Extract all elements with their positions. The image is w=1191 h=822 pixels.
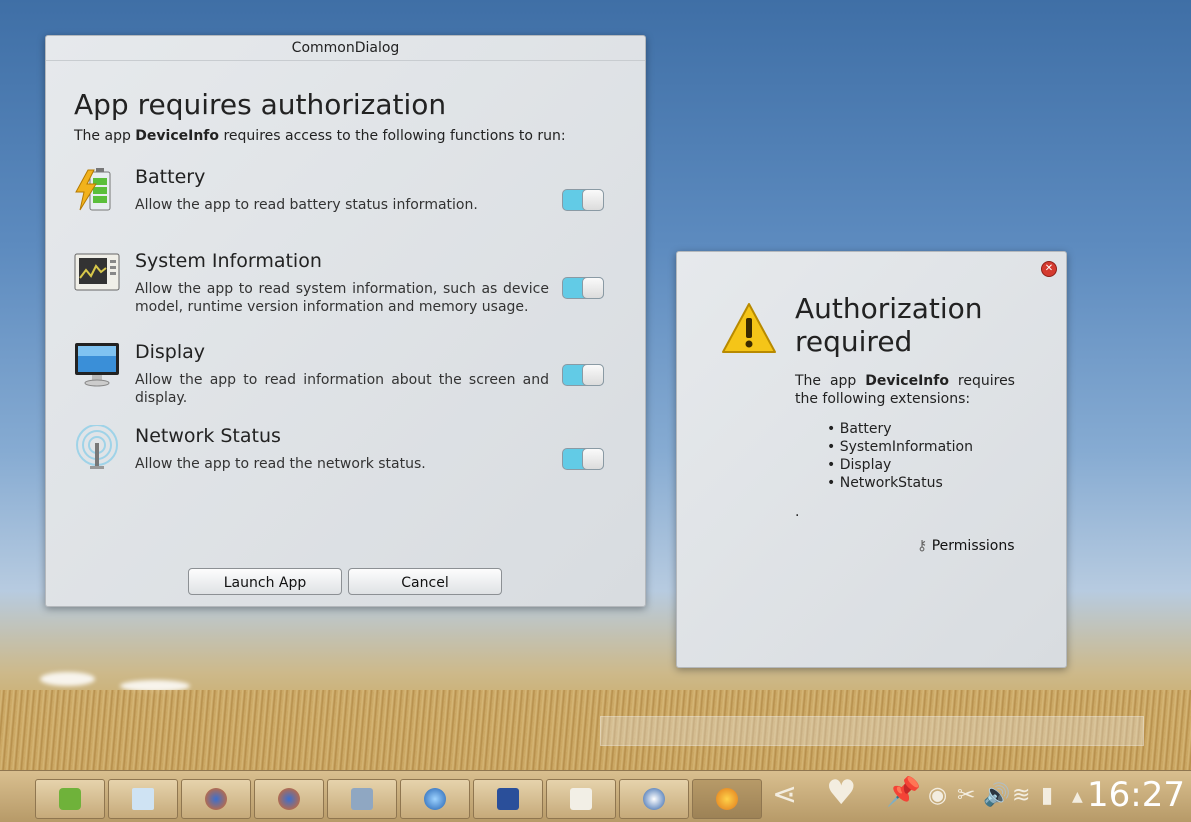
- task-button[interactable]: [546, 779, 616, 819]
- auth-text: The app DeviceInfo requires the followin…: [795, 373, 1015, 407]
- list-item: Display: [827, 456, 973, 474]
- firefox-icon: [205, 788, 227, 810]
- wifi-icon[interactable]: ≋: [1012, 783, 1030, 808]
- window-title: CommonDialog: [46, 36, 645, 61]
- battery-icon: [75, 168, 111, 211]
- expand-tray-icon[interactable]: ▲: [1072, 789, 1083, 805]
- permission-description: Allow the app to read system information…: [135, 281, 549, 315]
- browser-icon: [424, 788, 446, 810]
- display-icon: [75, 343, 119, 387]
- permission-description: Allow the app to read the network status…: [135, 456, 426, 472]
- warning-icon: [722, 303, 776, 353]
- firefox-icon: [278, 788, 300, 810]
- permission-description: Allow the app to read information about …: [135, 372, 549, 406]
- permissions-link[interactable]: ⚷ Permissions: [917, 538, 1015, 554]
- task-button[interactable]: [254, 779, 324, 819]
- auth-title: Authorization required: [795, 292, 983, 358]
- home-icon: [570, 788, 592, 810]
- common-dialog: CommonDialog App requires authorization …: [45, 35, 646, 607]
- system-information-toggle[interactable]: [562, 277, 604, 299]
- clock[interactable]: 16:27: [1087, 775, 1185, 815]
- task-button[interactable]: [181, 779, 251, 819]
- fennec-icon: [716, 788, 738, 810]
- key-icon: ⚷: [917, 538, 928, 554]
- toggle-knob: [582, 448, 604, 470]
- permission-title: Network Status: [135, 425, 281, 447]
- task-button[interactable]: [400, 779, 470, 819]
- task-button[interactable]: [327, 779, 397, 819]
- list-item: SystemInformation: [827, 438, 973, 456]
- bold-app-icon: [497, 788, 519, 810]
- close-icon[interactable]: ✕: [1041, 261, 1057, 277]
- permission-title: Display: [135, 341, 206, 363]
- share-icon[interactable]: ⋖: [772, 777, 797, 812]
- file-manager-icon: [351, 788, 373, 810]
- task-button[interactable]: [35, 779, 105, 819]
- desktop-search-strip[interactable]: [600, 716, 1144, 746]
- battery-toggle[interactable]: [562, 189, 604, 211]
- permission-title: Battery: [135, 166, 206, 188]
- toggle-knob: [582, 364, 604, 386]
- scissors-icon[interactable]: ✂: [957, 783, 975, 808]
- volume-icon[interactable]: 🔊: [983, 783, 1010, 808]
- permission-title: System Information: [135, 250, 322, 272]
- dialog-title: App requires authorization: [74, 88, 447, 121]
- extension-list: Battery SystemInformation Display Networ…: [827, 420, 973, 492]
- dialog-subtitle: The app DeviceInfo requires access to th…: [74, 128, 566, 144]
- cloud: [40, 672, 95, 686]
- permission-description: Allow the app to read battery status inf…: [135, 197, 478, 213]
- web-icon: [643, 788, 665, 810]
- pin-icon[interactable]: 📌: [886, 775, 921, 808]
- list-item: NetworkStatus: [827, 474, 973, 492]
- task-button[interactable]: [108, 779, 178, 819]
- trailing-dot: .: [795, 504, 800, 520]
- cancel-button[interactable]: Cancel: [348, 568, 502, 595]
- network-status-toggle[interactable]: [562, 448, 604, 470]
- qt-creator-icon: [59, 788, 81, 810]
- favorite-icon[interactable]: ♥: [826, 773, 856, 813]
- taskbar: ⋖ ♥ 📌 ◉ ✂ 🔊 ≋ ▮ ▲ 16:27: [0, 770, 1191, 822]
- task-button-active[interactable]: [692, 779, 762, 819]
- record-icon[interactable]: ◉: [928, 783, 947, 808]
- battery-tray-icon[interactable]: ▮: [1041, 783, 1053, 808]
- task-button[interactable]: [619, 779, 689, 819]
- task-button[interactable]: [473, 779, 543, 819]
- authorization-dialog: ✕ Authorization required The app DeviceI…: [676, 251, 1067, 668]
- display-toggle[interactable]: [562, 364, 604, 386]
- toggle-knob: [582, 277, 604, 299]
- toggle-knob: [582, 189, 604, 211]
- system-information-icon: [74, 253, 120, 291]
- network-status-icon: [76, 425, 118, 469]
- notes-icon: [132, 788, 154, 810]
- list-item: Battery: [827, 420, 973, 438]
- launch-app-button[interactable]: Launch App: [188, 568, 342, 595]
